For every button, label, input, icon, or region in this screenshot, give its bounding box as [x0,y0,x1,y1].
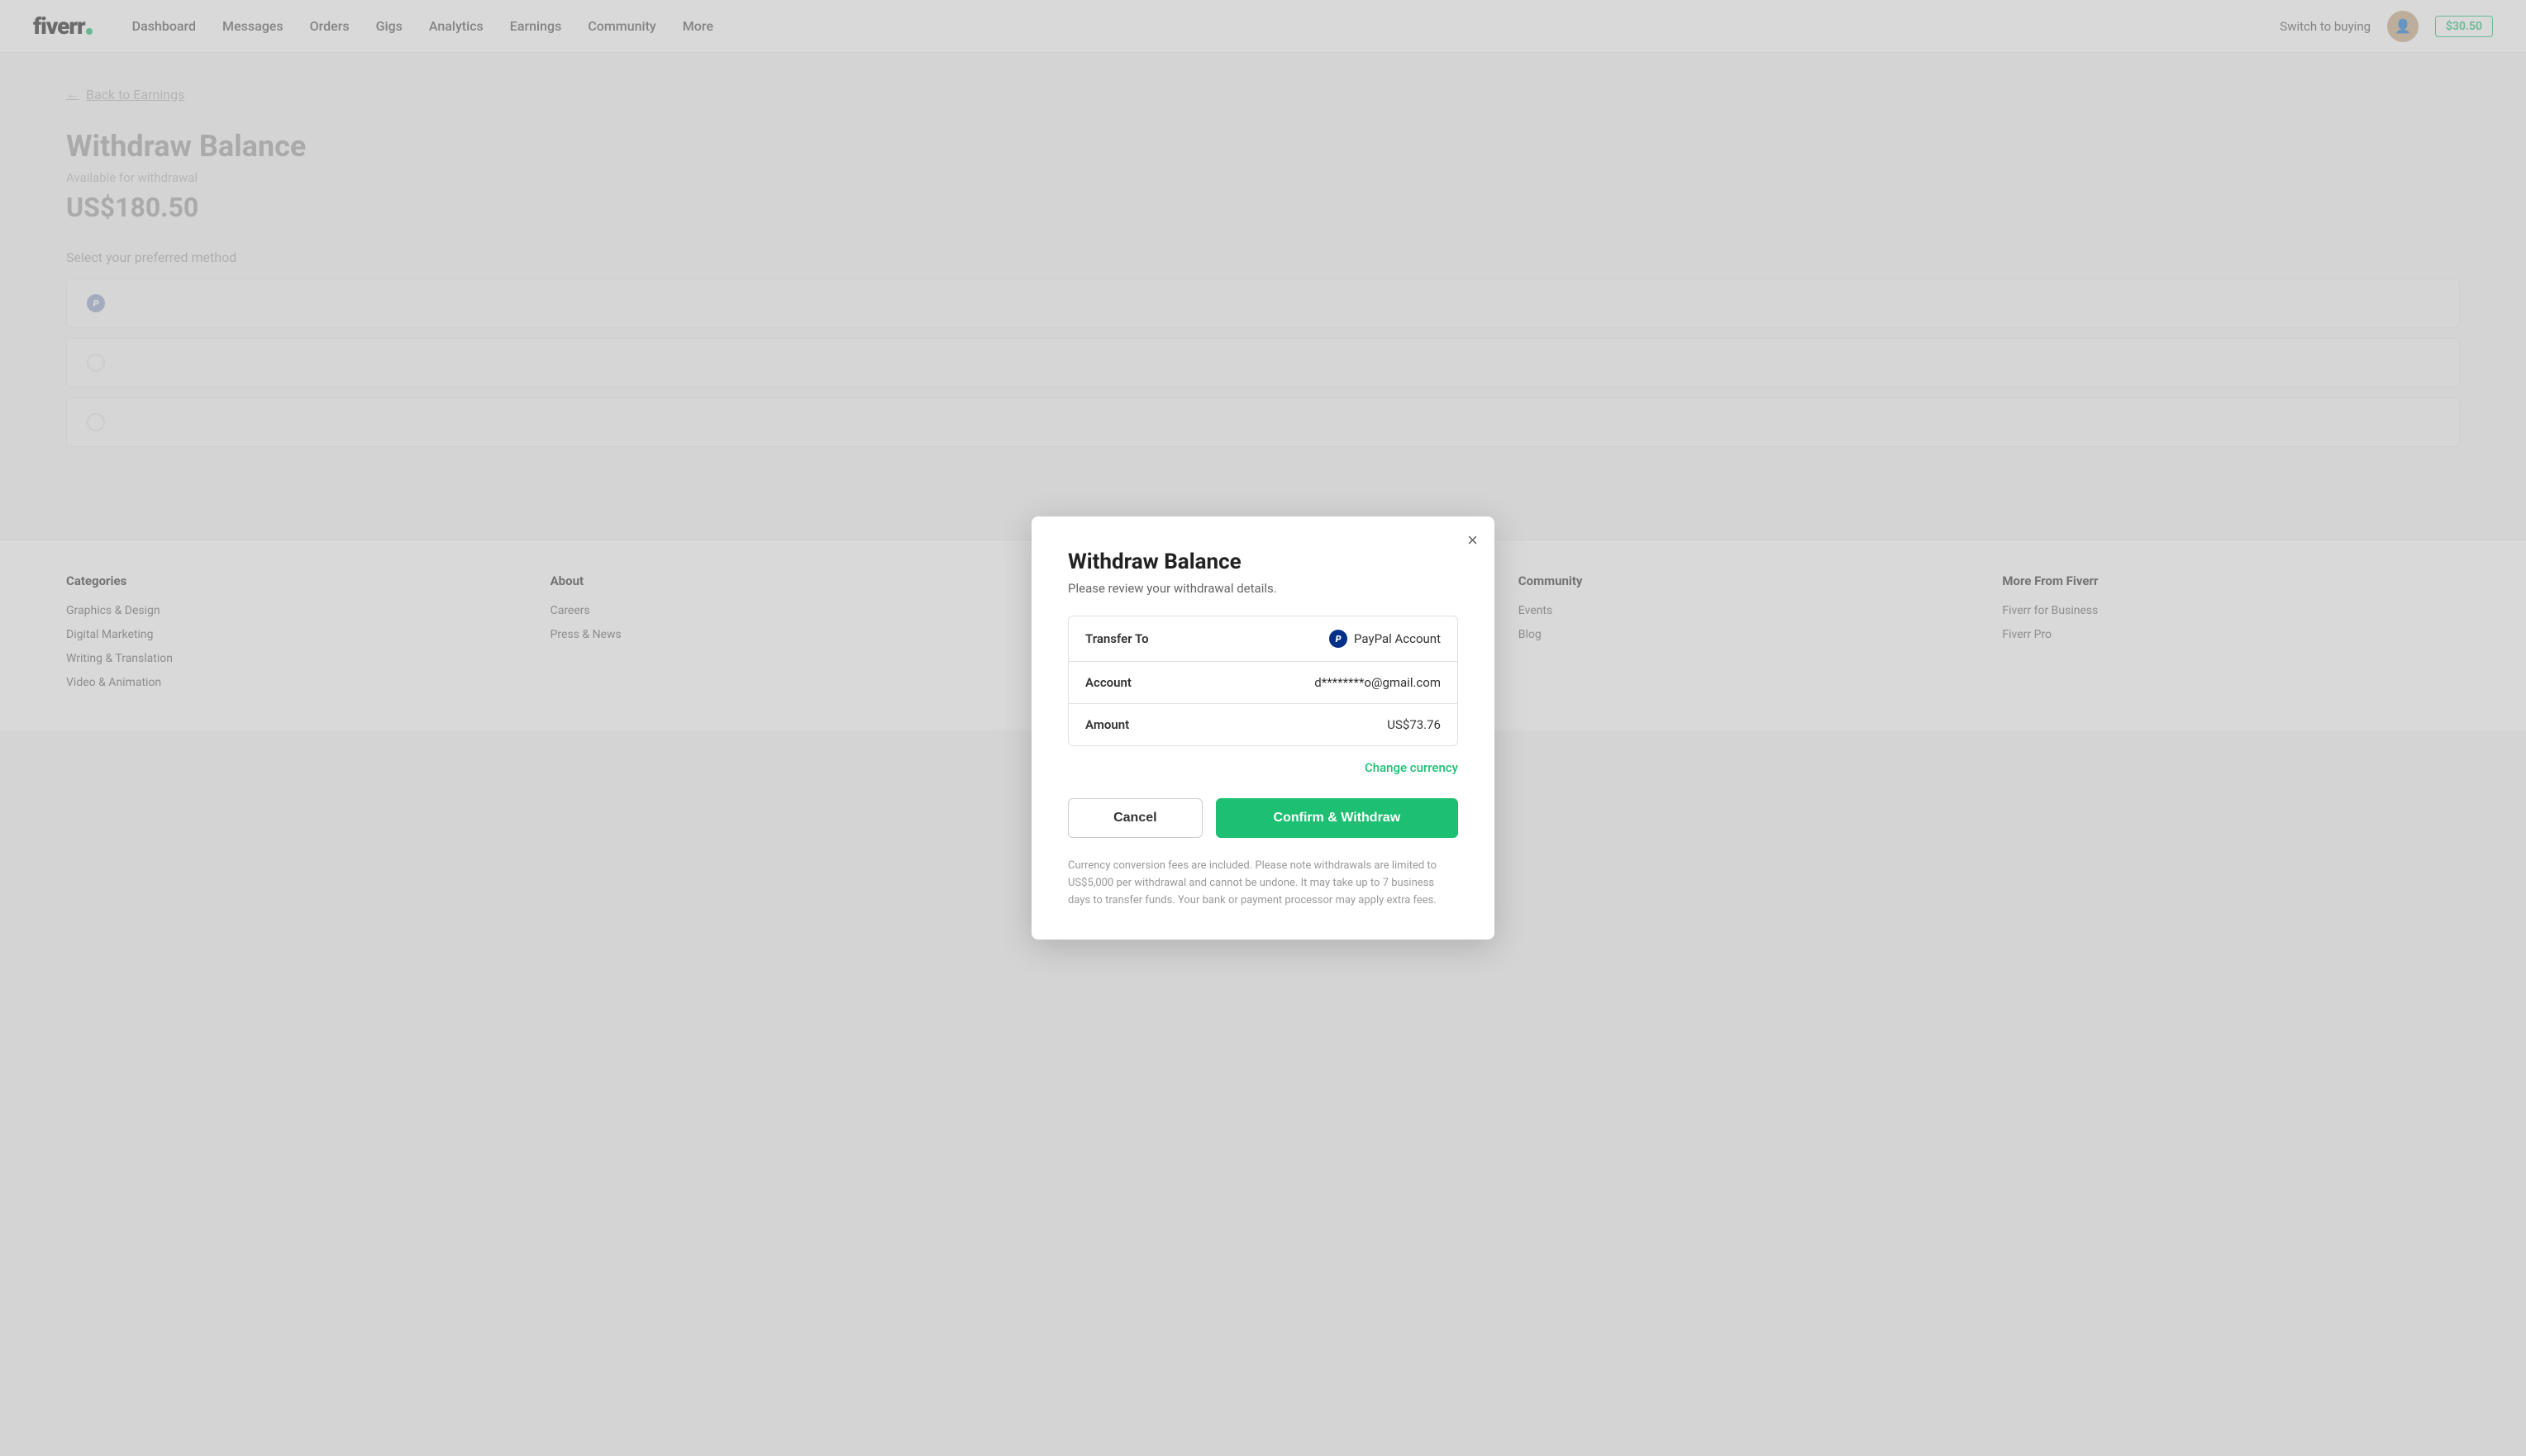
confirm-withdraw-button[interactable]: Confirm & Withdraw [1216,798,1458,838]
amount-row: Amount US$73.76 [1069,704,1457,745]
transfer-to-label: Transfer To [1085,631,1149,646]
account-row: Account d********o@gmail.com [1069,662,1457,704]
modal-subtitle: Please review your withdrawal details. [1068,581,1458,596]
modal-overlay: × Withdraw Balance Please review your wi… [0,0,2526,1456]
withdrawal-details-box: Transfer To P PayPal Account Account d**… [1068,616,1458,746]
amount-value: US$73.76 [1387,717,1441,732]
withdraw-modal: × Withdraw Balance Please review your wi… [1032,516,1494,939]
change-currency-row: Change currency [1068,759,1458,775]
modal-close-button[interactable]: × [1467,531,1478,550]
disclaimer-text: Currency conversion fees are included. P… [1068,858,1458,909]
cancel-button[interactable]: Cancel [1068,798,1203,838]
modal-buttons: Cancel Confirm & Withdraw [1068,798,1458,838]
account-label: Account [1085,675,1132,690]
transfer-to-row: Transfer To P PayPal Account [1069,616,1457,662]
amount-label: Amount [1085,717,1129,732]
transfer-to-value: P PayPal Account [1329,630,1441,648]
account-value: d********o@gmail.com [1314,675,1441,690]
transfer-to-text: PayPal Account [1354,631,1441,646]
modal-title: Withdraw Balance [1068,550,1458,574]
paypal-logo-icon: P [1329,630,1347,648]
change-currency-link[interactable]: Change currency [1365,760,1458,775]
